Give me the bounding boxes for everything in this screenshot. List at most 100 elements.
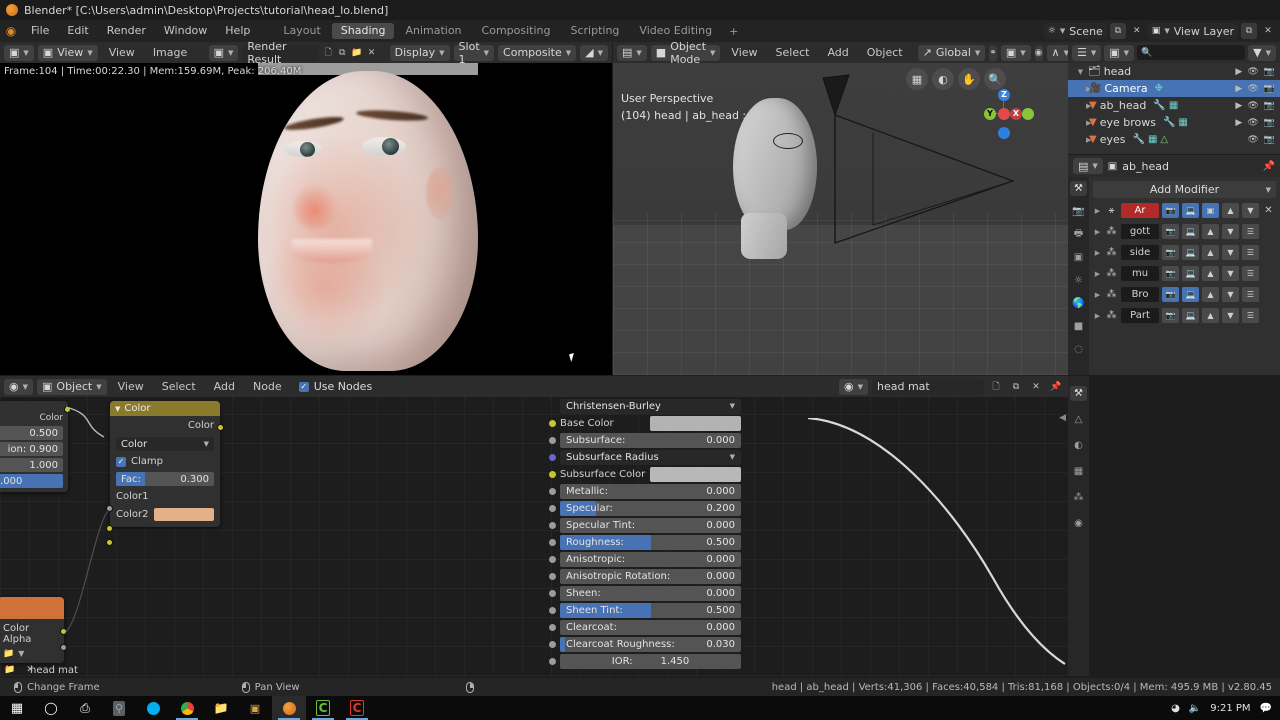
properties-tab-render[interactable]: 📷 [1070,204,1087,219]
color-mix-node[interactable]: ▼ Color Color Color ▼ ✓ Clamp Fac: 0.300… [110,401,220,527]
bsdf-row-subsurface-color[interactable]: Subsurface Color [549,466,741,482]
new-view-layer-button[interactable]: ⧉ [1241,23,1257,39]
anisotropic-rotation-slider[interactable]: Anisotropic Rotation: 0.000 [560,568,741,584]
viewport-menu-select[interactable]: Select [769,42,817,63]
select-icon[interactable]: ▶ [1235,84,1242,94]
chevron-right-icon[interactable]: ▶ [1076,136,1091,144]
outliner-display-mode[interactable]: ▣ ▼ [1104,44,1135,61]
color2-swatch[interactable] [154,508,214,521]
properties-tab-view-layer[interactable]: ▣ [1070,250,1087,265]
modifier-move-up-button[interactable]: ▲ [1202,266,1219,281]
modifier-realtime-toggle[interactable]: 💻 [1182,245,1199,260]
modifier-render-toggle[interactable]: 📷 [1162,266,1179,281]
chevron-down-icon[interactable]: ▼ [115,405,120,413]
camera-icon[interactable]: 📷 [1264,118,1275,128]
workspace-tab-animation[interactable]: Animation [396,23,470,39]
cortana-button[interactable]: ◯ [34,696,68,720]
sidebar-collapse-icon[interactable]: ◀ [1059,413,1066,423]
specular-tint-slider[interactable]: Specular Tint: 0.000 [560,517,741,533]
modifier-move-up-button[interactable]: ▲ [1202,287,1219,302]
socket-ior[interactable] [549,657,556,665]
modifier-render-toggle[interactable]: 📷 [1162,287,1179,302]
socket-clearcoat[interactable] [549,623,556,631]
outliner-editor-type[interactable]: ☰ ▼ [1072,44,1102,61]
clearcoat-slider[interactable]: Clearcoat: 0.000 [560,619,741,635]
socket-metallic[interactable] [549,487,556,495]
modifier-name[interactable]: mu [1121,266,1159,281]
modifier-row-part[interactable]: ▶ ⁂ Part 📷 💻 ▲ ▼ ☰ [1093,307,1276,324]
gizmo-axis-y[interactable]: Y [984,108,996,120]
modifier-move-down-button[interactable]: ▼ [1222,287,1239,302]
bsdf-row-anisotropic-rotation[interactable]: Anisotropic Rotation: 0.000 [549,568,741,584]
bsdf-row-specular-tint[interactable]: Specular Tint: 0.000 [549,517,741,533]
node-socket-color-output[interactable] [217,424,224,431]
camtasia-button[interactable]: C [340,696,374,720]
modifier-realtime-toggle[interactable]: 💻 [1182,224,1199,239]
remove-scene-button[interactable]: ✕ [1129,23,1145,39]
move-icon[interactable]: ✋ [958,68,980,90]
render-slot-selector[interactable]: Slot 1 ▼ [453,40,495,66]
chevron-right-icon[interactable]: ▶ [1093,312,1102,320]
bsdf-row-specular[interactable]: Specular: 0.200 [549,500,741,516]
modifier-name[interactable]: Ar [1121,203,1159,218]
shader-tab-data[interactable]: △ [1070,412,1087,427]
eye-icon[interactable]: 👁 [1247,135,1258,145]
socket-subsurface[interactable] [549,436,556,444]
workspace-tab-scripting[interactable]: Scripting [562,23,629,39]
image-view-mode-selector[interactable]: ▣ View ▼ [37,44,98,61]
socket-anisotropic[interactable] [549,555,556,563]
modifier-move-down-button[interactable]: ▼ [1222,245,1239,260]
mesh-data-icon[interactable]: ▦ [1148,134,1157,145]
mesh-data-icon[interactable]: ▦ [1178,117,1187,128]
gizmo-axis-x-center[interactable] [998,108,1010,120]
socket-specular[interactable] [549,504,556,512]
app-search-button[interactable]: ⚲ [102,696,136,720]
properties-editor-type[interactable]: ▤ ▼ [1073,158,1103,174]
sheen-tint-slider[interactable]: Sheen Tint: 0.500 [560,602,741,618]
shader-type-selector[interactable]: ▣ Object ▼ [37,378,107,395]
socket-subsurface-color[interactable] [549,470,556,478]
modifier-extra-menu-button[interactable]: ☰ [1242,308,1259,323]
new-image-icon[interactable]: 🗋 [323,45,333,61]
viewport-menu-object[interactable]: Object [860,42,910,63]
render-result-canvas[interactable]: Frame:104 | Time:00:22.30 | Mem:159.69M,… [0,63,612,375]
copy-icon[interactable]: ⧉ [337,45,347,61]
node-graph-canvas[interactable]: Color 0.500 ion: 0.900 1.000 1.000 [0,397,1068,676]
close-icon[interactable]: ✕ [22,662,38,678]
modifier-move-up-button[interactable]: ▲ [1202,224,1219,239]
show-overlays-icon[interactable]: ◐ [932,68,954,90]
modifier-row-mu[interactable]: ▶ ⁂ mu 📷 💻 ▲ ▼ ☰ [1093,265,1276,282]
add-modifier-button[interactable]: Add Modifier ▼ [1093,181,1276,198]
modifier-move-down-button[interactable]: ▼ [1222,266,1239,281]
blender-taskbar-button[interactable] [272,696,306,720]
modifier-name[interactable]: Bro [1121,287,1159,302]
subsurface-slider[interactable]: Subsurface: 0.000 [560,432,741,448]
modifier-realtime-toggle[interactable]: 💻 [1182,308,1199,323]
camera-icon[interactable]: 📷 [1264,101,1275,111]
editor-type-selector[interactable]: ▣ ▼ [4,44,34,61]
render-pass-selector[interactable]: Composite ▼ [498,44,577,61]
anisotropic-slider[interactable]: Anisotropic: 0.000 [560,551,741,567]
socket-anisotropic-rotation[interactable] [549,572,556,580]
node-socket-color2-input[interactable] [106,539,113,546]
bsdf-row-ior[interactable]: IOR: 1.450 [549,653,741,669]
image-menu-image[interactable]: Image [146,42,194,63]
shader-tab-material[interactable]: ◐ [1070,438,1087,453]
socket-clearcoat-roughness[interactable] [549,640,556,648]
outliner-row-eyes[interactable]: ▶ ▼ eyes 🔧 ▦ △ 👁 📷 [1068,131,1280,148]
display-selector[interactable]: Display ▼ [389,44,450,61]
gizmo-axis-z[interactable]: Z [998,89,1010,101]
wifi-icon[interactable]: ◕ [1171,703,1180,714]
material-browse-selector[interactable]: ◉ ▼ [839,378,868,395]
blender-menu-icon[interactable]: ◉ [0,24,22,38]
socket-specular-tint[interactable] [549,521,556,529]
sheen-slider[interactable]: Sheen: 0.000 [560,585,741,601]
blend-mode-selector[interactable]: Color ▼ [116,437,214,451]
modifier-render-toggle[interactable]: 📷 [1162,245,1179,260]
open-image-icon[interactable]: 📁 [351,45,362,61]
eye-icon[interactable]: 👁 [1247,67,1258,77]
modifier-name[interactable]: Part [1121,308,1159,323]
bsdf-row-metallic[interactable]: Metallic: 0.000 [549,483,741,499]
bsdf-row-distribution[interactable]: Christensen-Burley ▼ [549,398,741,414]
properties-tab-tool[interactable]: ⚒ [1070,181,1087,196]
